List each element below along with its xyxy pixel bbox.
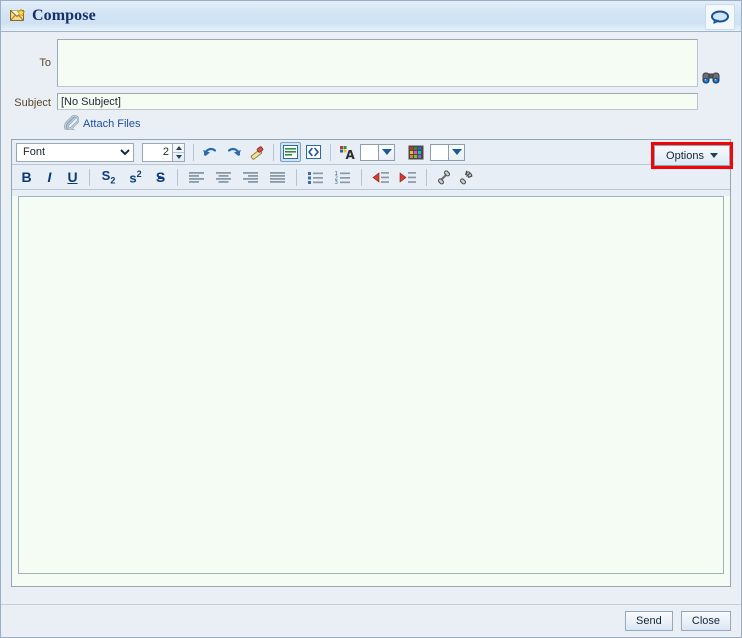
underline-icon: U <box>67 169 78 185</box>
bulleted-list-button[interactable] <box>303 167 328 187</box>
superscript-button[interactable]: s2 <box>123 167 148 187</box>
caret-down-icon <box>709 153 718 158</box>
font-size-stepper[interactable] <box>142 142 185 162</box>
to-label: To <box>39 57 51 69</box>
font-size-input[interactable] <box>142 142 172 162</box>
compose-window: Compose To Subject [No Subject] Attach F… <box>0 0 742 638</box>
toolbar-separator <box>330 143 331 161</box>
editor-toolbar-row-1: Font 2 A <box>12 140 730 165</box>
toolbar-separator <box>177 168 178 186</box>
rich-text-editor: Font 2 A B I U S2 s2 S 1 2 3 <box>11 139 731 587</box>
background-color-swatch <box>430 143 449 161</box>
message-body-area <box>12 196 730 586</box>
font-size-increment[interactable] <box>173 144 184 153</box>
clear-formatting-button[interactable] <box>246 142 267 162</box>
italic-button[interactable]: I <box>39 167 60 187</box>
send-button[interactable]: Send <box>624 611 673 631</box>
rich-text-button[interactable] <box>280 142 301 162</box>
dialog-footer: Send Close <box>1 604 741 637</box>
to-row: To <box>1 39 741 87</box>
text-color-swatch-picker[interactable] <box>360 143 395 162</box>
toolbar-separator <box>273 143 274 161</box>
align-right-button[interactable] <box>238 167 263 187</box>
window-title-bar: Compose <box>1 1 741 32</box>
align-left-button[interactable] <box>184 167 209 187</box>
attach-files-link[interactable]: Attach Files <box>83 118 140 130</box>
subscript-icon: S2 <box>101 168 116 186</box>
italic-icon: I <box>47 169 52 185</box>
font-size-spinner[interactable] <box>172 142 185 162</box>
toolbar-separator <box>296 168 297 186</box>
superscript-icon: s2 <box>129 168 142 186</box>
to-input[interactable] <box>57 39 698 87</box>
font-size-decrement[interactable] <box>173 153 184 161</box>
text-color-button[interactable]: A <box>337 142 358 162</box>
editor-toolbar-row-2: B I U S2 s2 S 1 2 3 <box>12 165 730 190</box>
binoculars-icon[interactable] <box>701 70 721 86</box>
underline-button[interactable]: U <box>62 167 83 187</box>
align-center-button[interactable] <box>211 167 236 187</box>
title-group: Compose <box>10 7 96 25</box>
options-button-label: Options <box>666 149 704 162</box>
numbered-list-button[interactable]: 123 <box>330 167 355 187</box>
bold-button[interactable]: B <box>16 167 37 187</box>
strikethrough-button[interactable]: S <box>150 167 171 187</box>
strikethrough-icon: S <box>155 169 166 185</box>
undo-button[interactable] <box>200 142 221 162</box>
message-body-input[interactable] <box>18 196 724 574</box>
close-button[interactable]: Close <box>680 611 731 631</box>
text-color-swatch <box>360 143 379 161</box>
subject-row: Subject <box>1 93 741 110</box>
remove-link-button[interactable] <box>456 167 477 187</box>
options-highlight-box: Options <box>651 142 733 169</box>
redo-button[interactable] <box>223 142 244 162</box>
subject-label: Subject <box>14 97 51 109</box>
help-bubble-icon[interactable] <box>705 4 735 30</box>
svg-text:A: A <box>346 148 356 160</box>
attach-files-row: Attach Files <box>1 110 741 133</box>
toolbar-separator <box>361 168 362 186</box>
text-color-dropdown[interactable] <box>379 143 395 161</box>
triangle-down-icon <box>451 149 462 155</box>
background-color-button[interactable] <box>403 142 428 162</box>
font-family-select[interactable]: Font <box>16 142 134 162</box>
svg-text:3: 3 <box>335 180 339 184</box>
background-color-swatch-picker[interactable] <box>430 143 465 162</box>
toolbar-separator <box>426 168 427 186</box>
toolbar-separator <box>193 143 194 161</box>
window-title: Compose <box>32 7 96 24</box>
superscript-digit: 2 <box>136 168 142 179</box>
subscript-digit: 2 <box>110 175 116 186</box>
outdent-button[interactable] <box>368 167 393 187</box>
insert-link-button[interactable] <box>433 167 454 187</box>
triangle-up-icon <box>175 145 182 150</box>
compose-header-fields: To Subject [No Subject] Attach Files Opt… <box>1 32 741 169</box>
paperclip-icon <box>63 114 80 133</box>
subscript-button[interactable]: S2 <box>96 167 121 187</box>
indent-button[interactable] <box>395 167 420 187</box>
background-color-dropdown[interactable] <box>449 143 465 161</box>
bold-icon: B <box>21 169 32 185</box>
compose-mail-icon <box>10 8 26 23</box>
toolbar-separator <box>89 168 90 186</box>
triangle-down-icon <box>381 149 392 155</box>
triangle-down-icon <box>175 154 182 159</box>
source-code-button[interactable] <box>303 142 324 162</box>
options-button[interactable]: Options <box>654 145 730 166</box>
subject-input[interactable] <box>57 93 698 110</box>
align-justify-button[interactable] <box>265 167 290 187</box>
